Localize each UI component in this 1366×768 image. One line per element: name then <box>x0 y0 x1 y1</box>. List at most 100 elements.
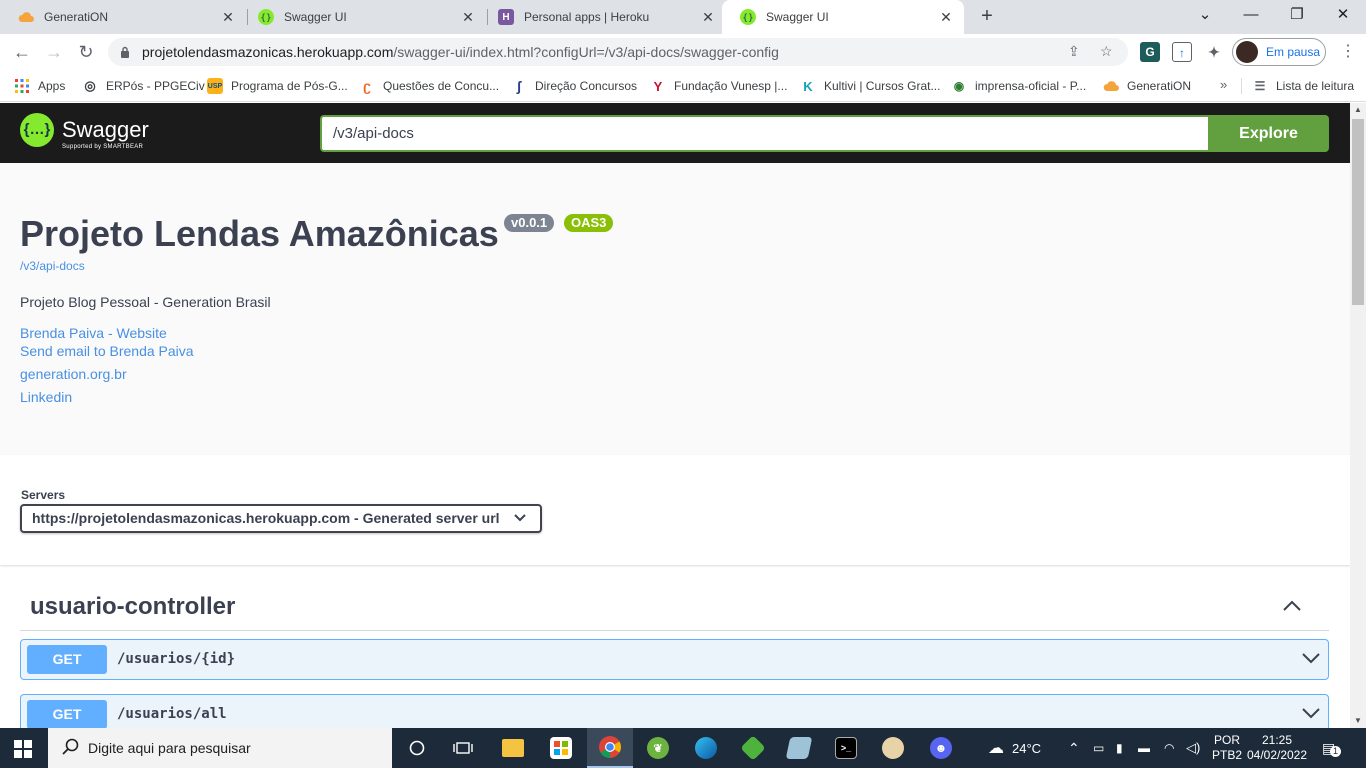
keyboard-layout: PTB2 <box>1212 748 1243 762</box>
edge-icon[interactable] <box>683 728 729 768</box>
microphone-icon[interactable]: ▮ <box>1116 728 1123 768</box>
bookmark-generation[interactable]: GeneratiON <box>1103 77 1191 95</box>
cloud-icon <box>18 9 34 25</box>
website-link[interactable]: Brenda Paiva - Website <box>20 325 167 341</box>
scroll-up-arrow-icon[interactable]: ▲ <box>1350 103 1366 117</box>
explore-button[interactable]: Explore <box>1208 115 1329 152</box>
reading-list[interactable]: ☰ Lista de leitura <box>1252 77 1354 95</box>
swagger-icon: {} <box>258 9 274 25</box>
apps-grid-icon <box>14 78 30 94</box>
bookmark-questoes[interactable]: ʗ Questões de Concu... <box>359 77 499 95</box>
page-title: Projeto Lendas Amazônicas <box>20 213 499 254</box>
clock[interactable]: 21:25 04/02/2022 <box>1247 728 1307 768</box>
cortana-icon[interactable] <box>394 728 440 768</box>
minimize-button[interactable]: — <box>1228 0 1274 30</box>
bookmark-apps[interactable]: Apps <box>14 77 65 95</box>
operation-get-usuarios-all[interactable]: GET /usuarios/all <box>20 694 1329 728</box>
bookmark-vunesp[interactable]: Y Fundação Vunesp |... <box>650 77 787 95</box>
bookmark-programa-pos[interactable]: USP Programa de Pós-G... <box>207 77 348 95</box>
tab-swagger-ui-active[interactable]: {} Swagger UI ✕ <box>722 0 964 34</box>
address-bar[interactable]: projetolendasmazonicas.herokuapp.com/swa… <box>108 38 1128 66</box>
bookmark-kultivi[interactable]: K Kultivi | Cursos Grat... <box>800 77 940 95</box>
bookmark-label: GeneratiON <box>1127 79 1192 93</box>
forward-arrow-icon[interactable]: → <box>42 40 66 64</box>
bookmark-label: Fundação Vunesp |... <box>674 79 788 93</box>
bookmark-erpos[interactable]: ◎ ERPós - PPGECiv <box>82 77 205 95</box>
spec-url-input[interactable]: /v3/api-docs <box>320 115 1210 152</box>
weather-widget[interactable]: ☁ 24°C <box>988 728 1041 768</box>
new-tab-button[interactable]: + <box>976 6 998 28</box>
profile-label: Em pausa <box>1266 45 1321 59</box>
language-indicator[interactable]: POR PTB2 <box>1212 728 1242 768</box>
back-arrow-icon[interactable]: ← <box>10 40 34 64</box>
svg-text:{}: {} <box>260 14 271 24</box>
mongodb-compass-icon[interactable] <box>730 728 776 768</box>
close-tab-icon[interactable]: ✕ <box>700 9 716 25</box>
avatar <box>1236 41 1258 63</box>
chevron-down-icon <box>514 506 526 531</box>
wifi-icon[interactable]: ◠ <box>1164 728 1174 768</box>
rain-cloud-icon: ☁ <box>988 740 1004 757</box>
scroll-down-arrow-icon[interactable]: ▼ <box>1350 714 1366 728</box>
task-view-icon[interactable] <box>440 728 486 768</box>
file-explorer-icon[interactable] <box>490 728 536 768</box>
restore-button[interactable]: ❐ <box>1274 0 1320 30</box>
battery-icon[interactable]: ▬ <box>1138 728 1150 768</box>
chevron-down-icon[interactable] <box>1302 648 1320 669</box>
close-tab-icon[interactable]: ✕ <box>938 9 954 25</box>
store-icon[interactable] <box>538 728 584 768</box>
puzzle-extensions-icon[interactable]: ✦ <box>1204 42 1224 62</box>
upload-extension-icon[interactable]: ↑ <box>1172 42 1192 62</box>
close-window-button[interactable]: ✕ <box>1320 0 1366 30</box>
reload-icon[interactable]: ↻ <box>74 40 98 64</box>
grammar-extension-icon[interactable]: G <box>1140 42 1160 62</box>
spec-link[interactable]: /v3/api-docs <box>20 259 85 273</box>
tab-swagger-ui[interactable]: {} Swagger UI ✕ <box>240 0 486 34</box>
tab-heroku[interactable]: H Personal apps | Heroku ✕ <box>480 0 726 34</box>
bookmark-star-icon[interactable]: ☆ <box>1100 43 1113 60</box>
bookmark-label: Apps <box>38 79 66 93</box>
page-scrollbar[interactable]: ▲ ▼ <box>1350 103 1366 728</box>
more-bookmarks-chevron[interactable]: » <box>1220 77 1227 92</box>
windows-taskbar: Digite aqui para pesquisar ❦ >_ ☻ ☁ 24°C <box>0 728 1366 768</box>
notifications-icon[interactable]: ▤ 1 <box>1322 728 1341 768</box>
tray-overflow-chevron-icon[interactable]: ⌃ <box>1068 728 1080 768</box>
more-menu-icon[interactable]: ⋮ <box>1340 42 1356 62</box>
generation-link[interactable]: generation.org.br <box>20 366 127 382</box>
close-tab-icon[interactable]: ✕ <box>460 9 476 25</box>
tab-generation[interactable]: GeneratiON ✕ <box>0 0 246 34</box>
chevron-up-icon[interactable] <box>1282 595 1302 618</box>
terminal-icon[interactable]: >_ <box>823 728 869 768</box>
paint-icon[interactable] <box>870 728 916 768</box>
camera-icon[interactable]: ▭ <box>1093 728 1104 768</box>
bookmark-imprensa[interactable]: ◉ imprensa-oficial - P... <box>951 77 1086 95</box>
linkedin-link[interactable]: Linkedin <box>20 389 72 405</box>
globe-icon: ◎ <box>82 78 98 94</box>
close-tab-icon[interactable]: ✕ <box>220 9 236 25</box>
discord-icon[interactable]: ☻ <box>918 728 964 768</box>
bookmark-direcao[interactable]: ʃ Direção Concursos <box>511 77 637 95</box>
bookmark-label: Programa de Pós-G... <box>231 79 348 93</box>
taskbar-search-input[interactable]: Digite aqui para pesquisar <box>48 728 392 768</box>
scrollbar-thumb[interactable] <box>1352 119 1364 305</box>
browser-tab-strip: GeneratiON ✕ {} Swagger UI ✕ H Personal … <box>0 0 1366 34</box>
chrome-icon[interactable] <box>587 728 633 768</box>
spring-tool-icon[interactable]: ❦ <box>635 728 681 768</box>
email-link[interactable]: Send email to Brenda Paiva <box>20 343 194 359</box>
tab-search-chevron-icon[interactable]: ⌄ <box>1182 0 1228 30</box>
notes-app-icon[interactable] <box>776 728 822 768</box>
api-description: Projeto Blog Pessoal - Generation Brasil <box>20 294 271 310</box>
server-select[interactable]: https://projetolendasmazonicas.herokuapp… <box>20 504 542 533</box>
page-viewport: {…} Swagger Supported by SMARTBEAR /v3/a… <box>0 103 1350 728</box>
chevron-down-icon[interactable] <box>1302 703 1320 724</box>
volume-icon[interactable]: ◁) <box>1186 728 1200 768</box>
bookmarks-bar: Apps ◎ ERPós - PPGECiv USP Programa de P… <box>0 70 1366 102</box>
tag-title[interactable]: usuario-controller <box>30 593 235 621</box>
weather-temperature: 24°C <box>1012 740 1042 756</box>
operation-get-usuario-by-id[interactable]: GET /usuarios/{id} <box>20 639 1329 680</box>
vunesp-logo-icon: Y <box>650 78 666 94</box>
share-icon[interactable]: ⇪ <box>1068 43 1080 60</box>
windows-start-icon[interactable] <box>14 740 32 758</box>
swagger-logo-icon[interactable]: {…} <box>20 113 54 147</box>
profile-button[interactable]: Em pausa <box>1232 38 1326 66</box>
